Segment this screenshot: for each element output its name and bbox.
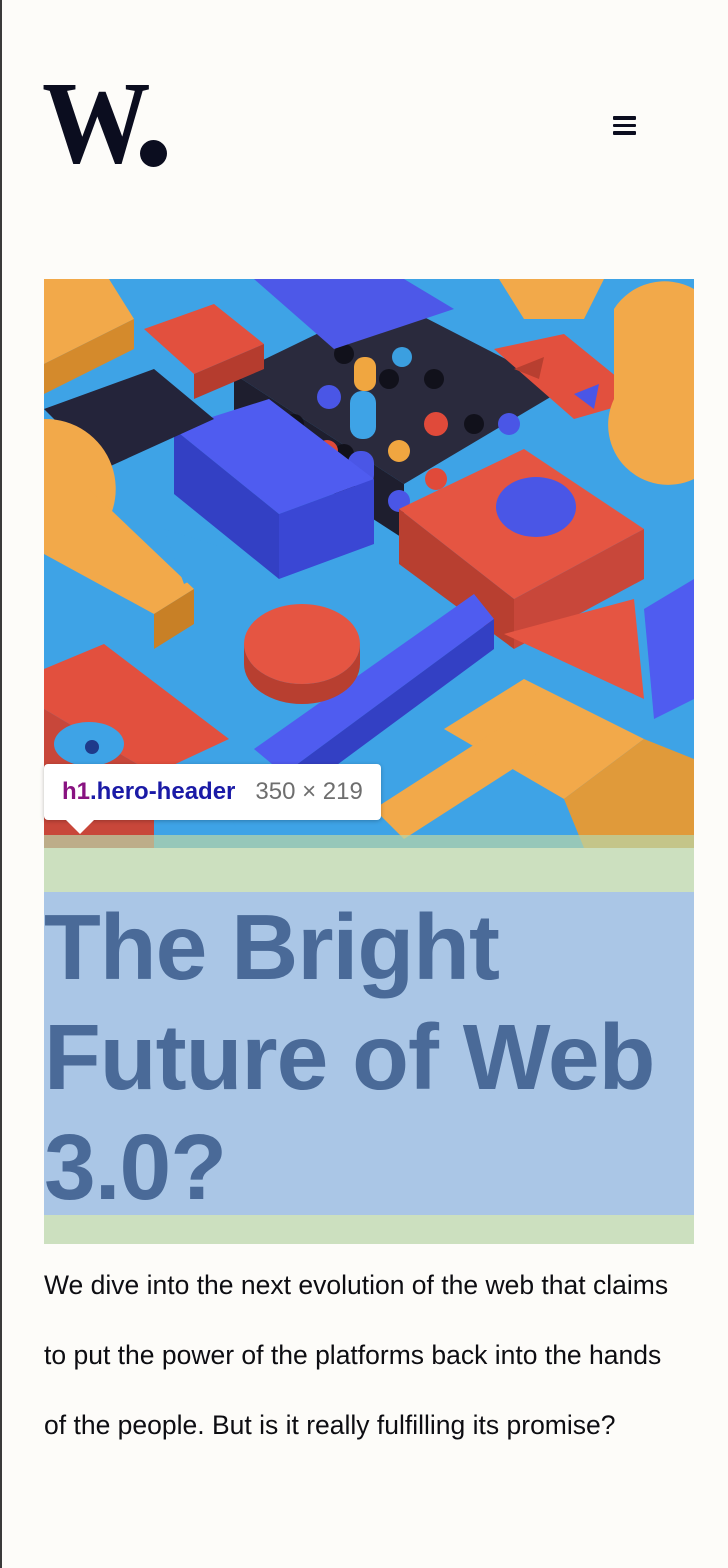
hero-image	[44, 279, 694, 848]
devtools-margin-highlight-top	[44, 835, 694, 892]
devtools-inspect-tooltip: h1 .hero-header 350 × 219	[44, 764, 381, 834]
abstract-3d-blocks-illustration	[44, 279, 694, 848]
site-logo[interactable]: W	[42, 64, 167, 182]
tooltip-class: .hero-header	[90, 778, 236, 805]
tooltip-dimensions: 350 × 219	[255, 778, 363, 805]
menu-bar-middle	[613, 123, 636, 127]
hero-title: The Bright Future of Web 3.0?	[44, 895, 655, 1219]
page-left-border	[0, 0, 2, 1568]
tooltip-tag: h1	[62, 778, 91, 805]
menu-bar-top	[613, 116, 636, 120]
hamburger-menu-icon[interactable]	[606, 108, 644, 142]
logo-wordmark: W	[42, 57, 151, 188]
hero-intro-paragraph: We dive into the next evolution of the w…	[44, 1270, 669, 1440]
menu-bar-bottom	[613, 131, 636, 135]
logo-dot	[140, 140, 167, 167]
